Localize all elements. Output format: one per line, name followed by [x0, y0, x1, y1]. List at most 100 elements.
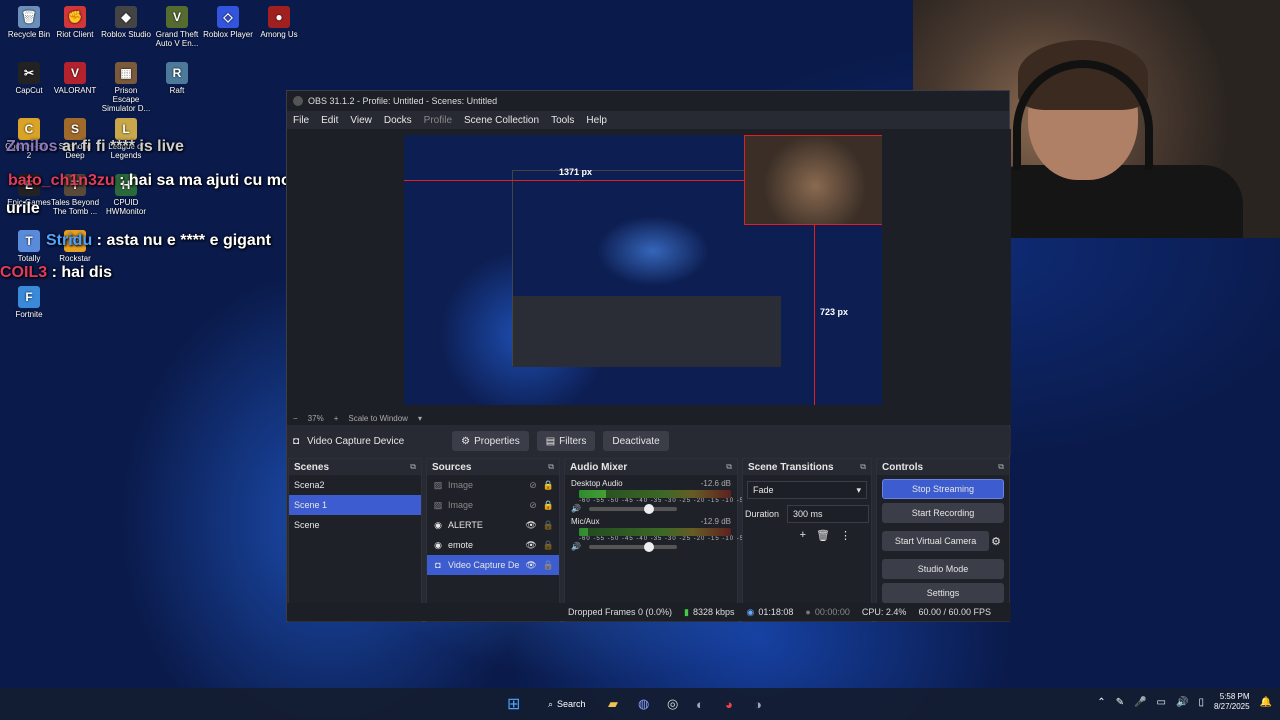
desktop-icon[interactable]: V VALORANT: [50, 62, 100, 95]
zoom-out-button[interactable]: −: [293, 414, 298, 423]
add-transition-button[interactable]: +: [800, 529, 806, 542]
desktop-icon[interactable]: ◆ Roblox Studio: [101, 6, 151, 39]
menu-edit[interactable]: Edit: [321, 115, 338, 126]
taskbar-search-button[interactable]: ⌕ Search: [540, 695, 600, 713]
obs-preview[interactable]: 1371 px 723 px: [287, 129, 1011, 411]
discord-icon[interactable]: ◍: [638, 694, 649, 714]
desktop-icon[interactable]: R Raft: [152, 62, 202, 95]
source-item-controls: 👁 🔒: [525, 520, 554, 531]
studio-mode-button[interactable]: Studio Mode: [882, 559, 1004, 579]
desktop-icon[interactable]: V Grand Theft Auto V En...: [152, 6, 202, 48]
scene-item[interactable]: Scena2: [289, 475, 421, 495]
transition-selected-value: Fade: [753, 485, 774, 495]
volume-slider-knob[interactable]: [643, 503, 654, 514]
desktop-icon[interactable]: ✊ Riot Client: [50, 6, 100, 39]
source-selection-box[interactable]: [744, 135, 882, 225]
menu-view[interactable]: View: [350, 115, 372, 126]
volume-slider[interactable]: [588, 541, 677, 552]
dock-undock-icon[interactable]: ⧉: [998, 462, 1004, 472]
network-icon[interactable]: ▭: [1157, 697, 1166, 708]
guide-line-vertical: [814, 225, 815, 405]
speaker-icon[interactable]: 🔊: [571, 542, 581, 551]
lock-icon[interactable]: 🔒: [543, 560, 554, 571]
settings-button[interactable]: Settings: [882, 583, 1004, 603]
deactivate-label: Deactivate: [612, 435, 660, 447]
start-recording-button[interactable]: Start Recording: [882, 503, 1004, 523]
transition-menu-button[interactable]: ⋮: [840, 529, 851, 542]
chevron-up-icon[interactable]: ⌃: [1097, 697, 1105, 708]
virtual-camera-settings-gear-icon[interactable]: ⚙: [991, 535, 1001, 548]
source-item[interactable]: ◉ ALERTE 👁 🔒: [427, 515, 559, 535]
obs-titlebar[interactable]: OBS 31.1.2 - Profile: Untitled - Scenes:…: [287, 91, 1009, 111]
obs-taskbar-icon[interactable]: ◎: [667, 694, 678, 714]
preview-canvas[interactable]: 1371 px 723 px: [404, 135, 882, 405]
desktop-icon[interactable]: ● Among Us: [254, 6, 304, 39]
menu-file[interactable]: File: [293, 115, 309, 126]
dock-undock-icon[interactable]: ⧉: [860, 462, 866, 472]
steam-icon[interactable]: ◐: [696, 694, 704, 714]
app-icon: C: [18, 118, 40, 140]
desktop-icon[interactable]: ▦ Prison Escape Simulator D...: [101, 62, 151, 113]
file-explorer-icon[interactable]: ▰: [608, 694, 618, 714]
volume-slider-knob[interactable]: [643, 541, 654, 552]
desktop-icon[interactable]: ◇ Roblox Player: [203, 6, 253, 39]
audio-channel: Desktop Audio -12.6 dB -60 -55 -50 -45 -40…: [565, 479, 750, 514]
lock-icon[interactable]: 🔒: [543, 540, 554, 551]
steam-app-icon[interactable]: ◑: [754, 694, 762, 714]
zoom-in-button[interactable]: +: [334, 414, 339, 423]
eye-icon[interactable]: 👁: [525, 560, 536, 571]
desktop-icon[interactable]: ✂ CapCut: [4, 62, 54, 95]
lock-icon[interactable]: 🔒: [543, 480, 554, 491]
speaker-icon[interactable]: 🔊: [571, 504, 581, 513]
source-item[interactable]: ▨ Image ⊘ 🔒: [427, 475, 559, 495]
microphone-icon[interactable]: 🎤: [1134, 697, 1146, 708]
eye-icon[interactable]: 👁: [525, 520, 536, 531]
start-virtual-camera-button[interactable]: Start Virtual Camera: [882, 531, 990, 551]
source-item[interactable]: ◉ emote 👁 🔒: [427, 535, 559, 555]
volume-icon[interactable]: 🔊: [1176, 697, 1188, 708]
desktop-icon[interactable]: 🗑 Recycle Bin: [4, 6, 54, 39]
transition-select[interactable]: Fade ▾: [747, 481, 867, 499]
width-readout: 1371 px: [559, 167, 593, 177]
lock-icon[interactable]: 🔒: [543, 500, 554, 511]
battery-icon[interactable]: ▯: [1198, 697, 1204, 708]
chrome-icon[interactable]: ◕: [725, 694, 733, 714]
lock-icon[interactable]: 🔒: [543, 520, 554, 531]
source-item[interactable]: ◘ Video Capture De 👁 🔒: [427, 555, 559, 575]
start-button-windows-icon[interactable]: ⊞: [507, 694, 520, 714]
filter-icon: ▤: [545, 435, 556, 447]
properties-button[interactable]: ⚙ Properties: [452, 431, 529, 451]
audio-channel-header: Mic/Aux -12.9 dB: [565, 517, 737, 526]
source-item[interactable]: ▨ Image ⊘ 🔒: [427, 495, 559, 515]
dock-undock-icon[interactable]: ⧉: [726, 462, 732, 472]
zoom-mode[interactable]: Scale to Window: [348, 414, 408, 423]
notification-bell-icon[interactable]: 🔔: [1260, 697, 1272, 708]
remove-transition-button[interactable]: 🗑: [816, 529, 830, 542]
duration-row: Duration 300 ms: [745, 505, 869, 523]
menu-scene-collection[interactable]: Scene Collection: [464, 115, 539, 126]
menu-profile[interactable]: Profile: [424, 115, 452, 126]
filters-button[interactable]: ▤ Filters: [536, 431, 596, 451]
duration-spinbox[interactable]: 300 ms: [787, 505, 869, 523]
desktop-icon-label: Roblox Studio: [101, 30, 151, 39]
dock-undock-icon[interactable]: ⧉: [410, 462, 416, 472]
volume-meter-unlit: [588, 528, 731, 536]
stop-streaming-button[interactable]: Stop Streaming: [882, 479, 1004, 499]
deactivate-button[interactable]: Deactivate: [603, 431, 669, 451]
menu-tools[interactable]: Tools: [551, 115, 574, 126]
chevron-down-icon[interactable]: ▾: [418, 414, 422, 423]
menu-help[interactable]: Help: [586, 115, 607, 126]
pen-icon[interactable]: ✎: [1116, 697, 1124, 708]
eye-hidden-icon[interactable]: ⊘: [529, 500, 537, 511]
eye-icon[interactable]: 👁: [525, 540, 536, 551]
menu-docks[interactable]: Docks: [384, 115, 412, 126]
desktop-icon[interactable]: F Fortnite: [4, 286, 54, 319]
dock-undock-icon[interactable]: ⧉: [548, 462, 554, 472]
obs-window[interactable]: OBS 31.1.2 - Profile: Untitled - Scenes:…: [286, 90, 1011, 622]
scene-transitions-dock-header: Scene Transitions ⧉: [743, 459, 871, 475]
scene-item[interactable]: Scene 1: [289, 495, 421, 515]
eye-hidden-icon[interactable]: ⊘: [529, 480, 537, 491]
volume-slider[interactable]: [588, 503, 677, 514]
scene-item[interactable]: Scene: [289, 515, 421, 535]
taskbar-clock[interactable]: 5:58 PM 8/27/2025: [1214, 692, 1250, 712]
